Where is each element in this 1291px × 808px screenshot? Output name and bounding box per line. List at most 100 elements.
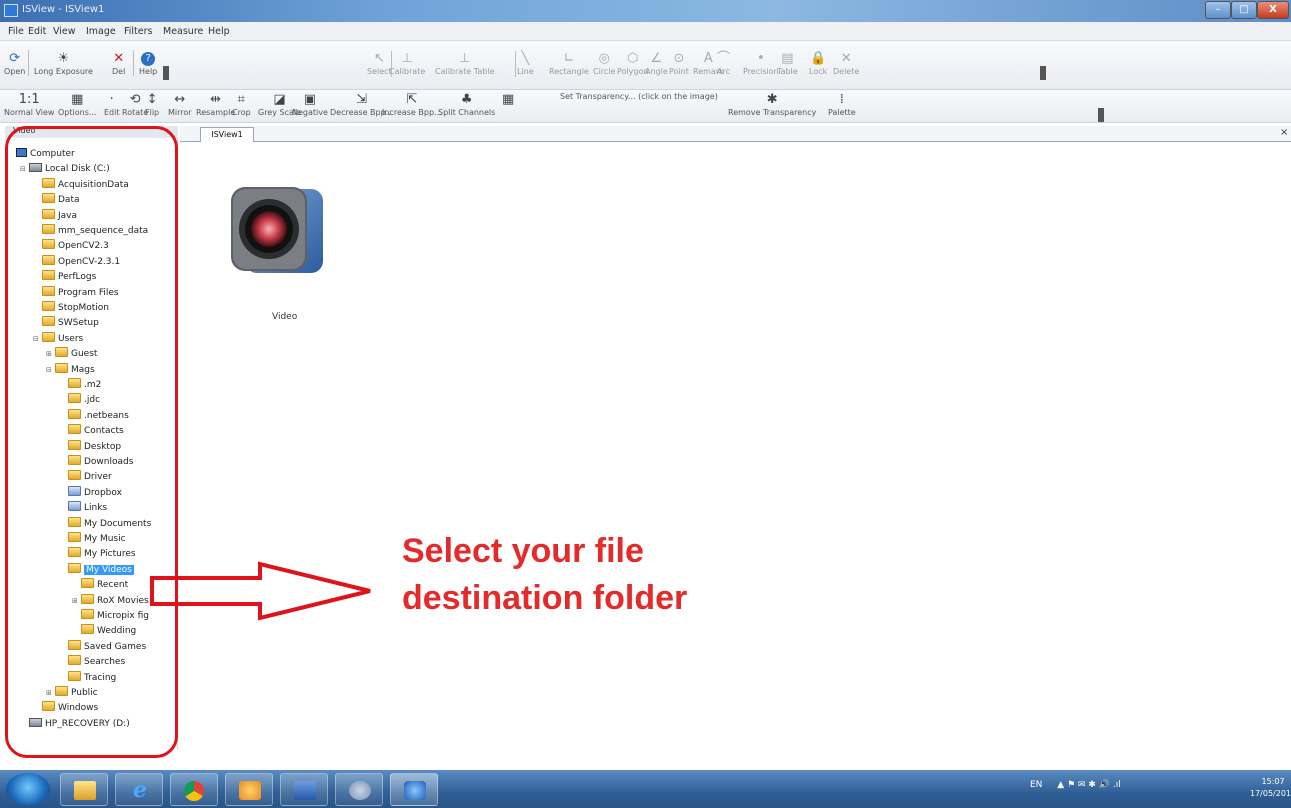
annotation-line-1: Select your file	[402, 532, 644, 570]
menu-view[interactable]: View	[53, 26, 76, 37]
word-icon	[294, 781, 316, 800]
circle-icon: ◎	[598, 51, 610, 66]
options-icon: ▦	[71, 92, 84, 107]
delete-tool[interactable]: ✕ Delete	[833, 51, 859, 76]
options-button[interactable]: ▦ Options...	[58, 92, 97, 117]
video-item[interactable]	[227, 181, 327, 281]
point-icon: ⊙	[673, 51, 685, 66]
isview-taskbar-button[interactable]	[390, 773, 438, 806]
menu-edit[interactable]: Edit	[28, 26, 46, 37]
arc-tool[interactable]: ⌒ Arc	[717, 51, 730, 76]
open-button[interactable]: ⟳ Open	[4, 51, 25, 76]
annotation-arrow	[150, 561, 371, 621]
media-icon	[349, 781, 371, 800]
flip-button[interactable]: ↕ Flip	[145, 92, 159, 117]
close-window-button[interactable]: X	[1257, 1, 1289, 19]
crop-button[interactable]: ⌗ Crop	[232, 92, 251, 117]
annotation-text: Select your file destination folder	[402, 528, 687, 622]
ie-taskbar-button[interactable]: e	[115, 773, 163, 806]
toolbar-grip[interactable]	[1040, 66, 1046, 80]
edit-button[interactable]: · Edit	[104, 92, 120, 117]
help-button[interactable]: ? Help	[139, 51, 157, 76]
toolbar-grip[interactable]	[1098, 108, 1104, 122]
precision-tool[interactable]: • Precision	[743, 51, 779, 76]
calibrate-table-tool[interactable]: ⊥ Calibrate Table	[435, 51, 495, 76]
clock[interactable]: 15:07 17/05/2012	[1250, 776, 1291, 800]
table-tool[interactable]: ▤ Table	[777, 51, 798, 76]
annotation-line-2: destination folder	[402, 579, 688, 617]
video-item-label: Video	[272, 312, 298, 322]
resample-button[interactable]: ⇹ Resample	[196, 92, 235, 117]
set-transparency-click-on-the-image-button[interactable]: Set Transparency... (click on the image)	[560, 92, 718, 101]
line-tool[interactable]: ╲ Line	[517, 51, 534, 76]
calibrate-icon: ⊥	[401, 51, 413, 66]
tray-icons[interactable]: ▲ ⚑ ✉ ✱ 🔊 .ıl	[1057, 780, 1120, 790]
start-button[interactable]	[6, 773, 50, 805]
calibrate-tool[interactable]: ⊥ Calibrate	[389, 51, 425, 76]
calibrate-table-icon: ⊥	[459, 51, 471, 66]
circle-tool[interactable]: ◎ Circle	[593, 51, 615, 76]
split-channels-icon: ♣	[460, 92, 473, 107]
split-channels-button[interactable]: ♣ Split Channels	[438, 92, 495, 117]
open-icon: ⟳	[9, 51, 21, 66]
system-tray[interactable]: EN ▲ ⚑ ✉ ✱ 🔊 .ıl	[1030, 780, 1121, 790]
lock-icon: 🔒	[810, 51, 827, 66]
polygon-tool[interactable]: ⬡ Polygon	[617, 51, 648, 76]
arc-icon: ⌒	[717, 51, 731, 66]
normal-view-icon: 1:1	[18, 92, 40, 107]
minimize-button[interactable]: –	[1205, 1, 1231, 19]
lock-tool[interactable]: 🔒 Lock	[809, 51, 827, 76]
tab-isview1[interactable]: ISView1	[200, 127, 254, 142]
chrome-taskbar-button[interactable]	[170, 773, 218, 806]
menu-file[interactable]: File	[8, 26, 24, 37]
toolbar-separator	[515, 51, 516, 77]
menu-bar: File Edit View Image Filters Measure Hel…	[0, 22, 1291, 41]
image-browser-area[interactable]	[190, 142, 1291, 770]
resample-icon: ⇹	[210, 92, 222, 107]
menu-help[interactable]: Help	[208, 26, 230, 37]
app-icon	[4, 4, 18, 17]
channels-button[interactable]: ▦	[502, 92, 514, 108]
angle-tool[interactable]: ∠ Angle	[645, 51, 668, 76]
app2-taskbar-button[interactable]	[335, 773, 383, 806]
menu-measure[interactable]: Measure	[163, 26, 203, 37]
menu-filters[interactable]: Filters	[124, 26, 152, 37]
toolbar-separator	[133, 50, 134, 76]
mirror-icon: ↔	[174, 92, 186, 107]
remove-transparency-button[interactable]: ✱ Remove Transparency	[728, 92, 816, 117]
delete-icon: ✕	[840, 51, 852, 66]
cursor-icon: ↖	[373, 51, 385, 66]
increase-bpp-button[interactable]: ⇱ Increase Bpp...	[382, 92, 442, 117]
angle-icon: ∠	[650, 51, 663, 66]
increase-bpp-icon: ⇱	[406, 92, 418, 107]
isview-icon	[404, 781, 426, 800]
title-bar: ISView - ISView1 – □ X	[0, 0, 1291, 22]
point-tool[interactable]: ⊙ Point	[669, 51, 689, 76]
maximize-button[interactable]: □	[1231, 1, 1257, 19]
camera-icon	[231, 187, 323, 273]
long-exposure-icon: ☀	[57, 51, 70, 66]
palette-button[interactable]: ⁞ Palette	[828, 92, 856, 117]
channels-icon: ▦	[502, 92, 515, 107]
table-icon: ▤	[781, 51, 794, 66]
normal-view-button[interactable]: 1:1 Normal View	[4, 92, 54, 117]
toolbar-separator	[28, 50, 29, 76]
document-tab-bar	[180, 126, 1291, 142]
language-indicator[interactable]: EN	[1030, 780, 1042, 790]
del-button[interactable]: ✕ Del	[112, 51, 125, 76]
menu-image[interactable]: Image	[86, 26, 116, 37]
clock-date: 17/05/2012	[1250, 789, 1291, 798]
toolbar-grip[interactable]	[163, 66, 169, 80]
mirror-button[interactable]: ↔ Mirror	[168, 92, 192, 117]
rectangle-tool[interactable]: ∟ Rectangle	[549, 51, 589, 76]
rectangle-icon: ∟	[563, 51, 575, 66]
negative-button[interactable]: ▣ Negative	[292, 92, 328, 117]
clock-time: 15:07	[1261, 777, 1285, 786]
app-taskbar-button[interactable]	[225, 773, 273, 806]
select-tool[interactable]: ↖ Select	[367, 51, 392, 76]
negative-icon: ▣	[303, 92, 317, 107]
close-tab-icon[interactable]: ×	[1280, 127, 1288, 138]
word-taskbar-button[interactable]	[280, 773, 328, 806]
long-exposure-button[interactable]: ☀ Long Exposure	[34, 51, 93, 76]
explorer-taskbar-button[interactable]	[60, 773, 108, 806]
